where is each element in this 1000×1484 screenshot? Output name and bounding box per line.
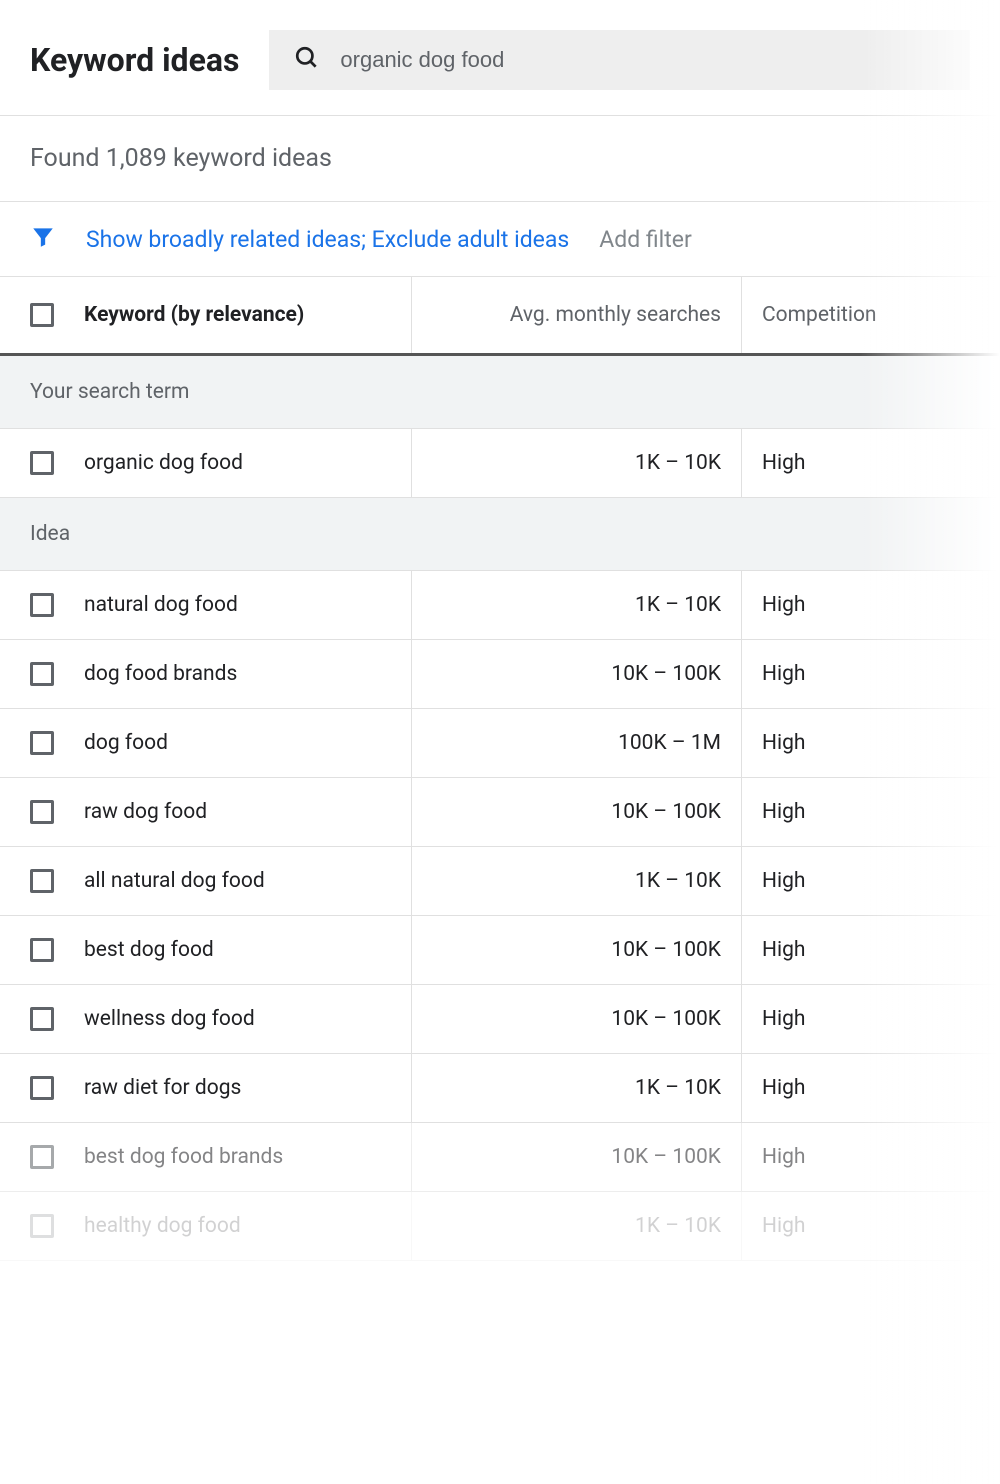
keyword-text[interactable]: raw diet for dogs — [84, 1076, 241, 1100]
row-searches-cell: 1K – 10K — [412, 847, 742, 915]
table-row: best dog food 10K – 100KHigh — [0, 916, 1000, 985]
header: Keyword ideas — [0, 0, 1000, 115]
row-keyword-cell: dog food — [0, 709, 412, 777]
keyword-text[interactable]: best dog food brands — [84, 1145, 283, 1169]
row-competition-cell: High — [742, 985, 1000, 1053]
row-keyword-cell: healthy dog food — [0, 1192, 412, 1260]
keyword-text[interactable]: raw dog food — [84, 800, 207, 824]
row-competition-cell: High — [742, 916, 1000, 984]
table-header-row: Keyword (by relevance) Avg. monthly sear… — [0, 277, 1000, 356]
row-searches-cell: 10K – 100K — [412, 985, 742, 1053]
column-keyword: Keyword (by relevance) — [0, 277, 412, 353]
row-checkbox[interactable] — [30, 938, 54, 962]
row-competition-cell: High — [742, 709, 1000, 777]
column-competition-label[interactable]: Competition — [742, 277, 1000, 353]
row-checkbox[interactable] — [30, 1145, 54, 1169]
row-keyword-cell: all natural dog food — [0, 847, 412, 915]
row-competition-cell: High — [742, 640, 1000, 708]
table-row: dog food brands 10K – 100KHigh — [0, 640, 1000, 709]
table-row: raw diet for dogs 1K – 10KHigh — [0, 1054, 1000, 1123]
row-searches-cell: 10K – 100K — [412, 916, 742, 984]
table-row: dog food 100K – 1MHigh — [0, 709, 1000, 778]
page-title: Keyword ideas — [30, 41, 239, 79]
row-keyword-cell: best dog food — [0, 916, 412, 984]
table-row: healthy dog food 1K – 10KHigh — [0, 1192, 1000, 1261]
table-row: best dog food brands 10K – 100KHigh — [0, 1123, 1000, 1192]
keyword-text[interactable]: dog food brands — [84, 662, 237, 686]
section-idea: Idea — [0, 498, 1000, 571]
row-competition-cell: High — [742, 847, 1000, 915]
row-searches-cell: 10K – 100K — [412, 640, 742, 708]
row-checkbox[interactable] — [30, 869, 54, 893]
table-row: all natural dog food 1K – 10KHigh — [0, 847, 1000, 916]
keyword-text[interactable]: all natural dog food — [84, 869, 265, 893]
row-keyword-cell: dog food brands — [0, 640, 412, 708]
column-searches-label[interactable]: Avg. monthly searches — [412, 277, 742, 353]
row-checkbox[interactable] — [30, 662, 54, 686]
row-searches-cell: 1K – 10K — [412, 1192, 742, 1260]
row-keyword-cell: raw diet for dogs — [0, 1054, 412, 1122]
keyword-text[interactable]: wellness dog food — [84, 1007, 255, 1031]
row-searches-cell: 10K – 100K — [412, 1123, 742, 1191]
row-searches-cell: 1K – 10K — [412, 429, 742, 497]
table-row: natural dog food 1K – 10KHigh — [0, 571, 1000, 640]
result-count: Found 1,089 keyword ideas — [0, 116, 1000, 201]
row-competition-cell: High — [742, 1192, 1000, 1260]
keyword-text[interactable]: dog food — [84, 731, 168, 755]
row-searches-cell: 100K – 1M — [412, 709, 742, 777]
search-icon — [294, 45, 320, 75]
select-all-checkbox[interactable] — [30, 303, 54, 327]
row-keyword-cell: wellness dog food — [0, 985, 412, 1053]
keyword-text[interactable]: organic dog food — [84, 451, 243, 475]
keyword-text[interactable]: best dog food — [84, 938, 214, 962]
row-competition-cell: High — [742, 1123, 1000, 1191]
table-row: wellness dog food 10K – 100KHigh — [0, 985, 1000, 1054]
row-checkbox[interactable] — [30, 593, 54, 617]
row-searches-cell: 10K – 100K — [412, 778, 742, 846]
table-row: raw dog food 10K – 100KHigh — [0, 778, 1000, 847]
keyword-text[interactable]: healthy dog food — [84, 1214, 241, 1238]
row-checkbox[interactable] — [30, 731, 54, 755]
row-competition-cell: High — [742, 571, 1000, 639]
table-row: organic dog food 1K – 10K High — [0, 429, 1000, 498]
row-searches-cell: 1K – 10K — [412, 571, 742, 639]
row-checkbox[interactable] — [30, 451, 54, 475]
row-competition-cell: High — [742, 1054, 1000, 1122]
add-filter-link[interactable]: Add filter — [599, 226, 692, 253]
row-competition-cell: High — [742, 778, 1000, 846]
filter-link[interactable]: Show broadly related ideas; Exclude adul… — [86, 226, 569, 253]
row-competition-cell: High — [742, 429, 1000, 497]
row-keyword-cell: natural dog food — [0, 571, 412, 639]
filter-icon[interactable] — [30, 224, 56, 254]
row-checkbox[interactable] — [30, 1007, 54, 1031]
row-keyword-cell: raw dog food — [0, 778, 412, 846]
row-checkbox[interactable] — [30, 800, 54, 824]
keyword-text[interactable]: natural dog food — [84, 593, 238, 617]
column-keyword-label[interactable]: Keyword (by relevance) — [84, 303, 304, 327]
search-input[interactable] — [340, 47, 945, 73]
row-checkbox[interactable] — [30, 1214, 54, 1238]
section-search-term: Your search term — [0, 356, 1000, 429]
row-keyword-cell: organic dog food — [0, 429, 412, 497]
search-box[interactable] — [269, 30, 970, 90]
filter-bar: Show broadly related ideas; Exclude adul… — [0, 201, 1000, 277]
row-keyword-cell: best dog food brands — [0, 1123, 412, 1191]
row-checkbox[interactable] — [30, 1076, 54, 1100]
row-searches-cell: 1K – 10K — [412, 1054, 742, 1122]
